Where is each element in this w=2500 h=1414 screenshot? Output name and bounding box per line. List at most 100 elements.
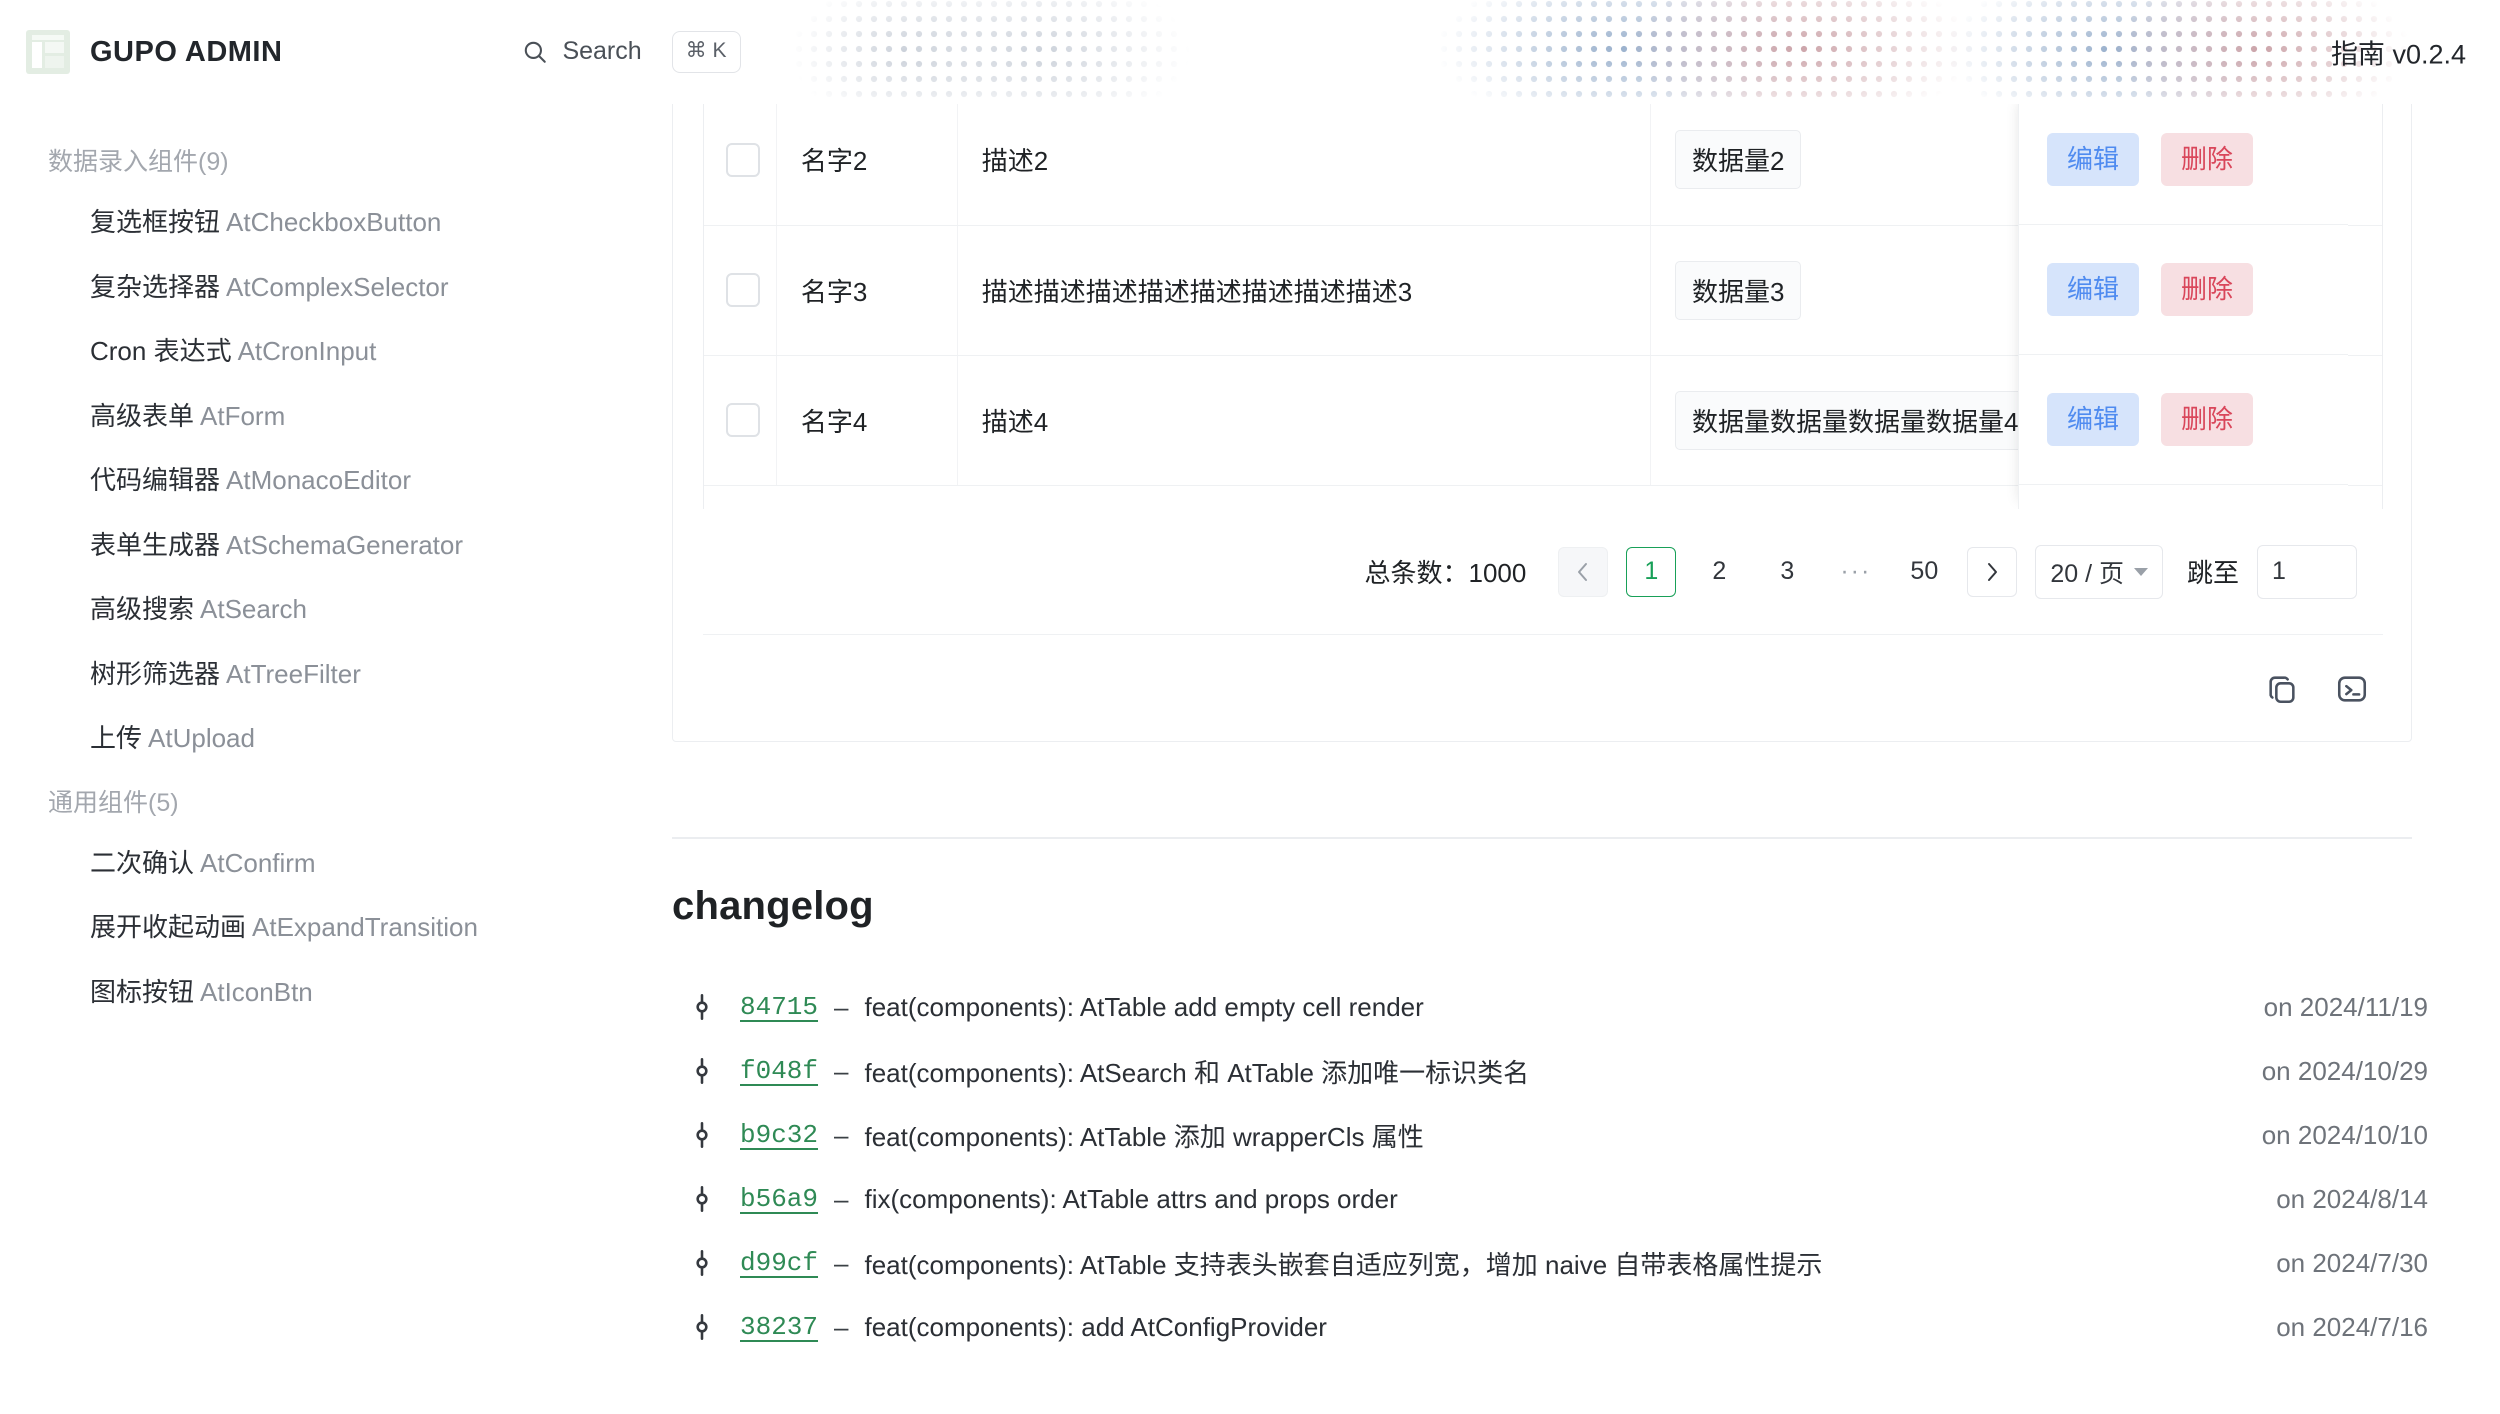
sidebar-item-label-cn: Cron 表达式 xyxy=(90,336,232,366)
sidebar-item-atschemagenerator[interactable]: 表单生成器 AtSchemaGenerator xyxy=(0,513,668,578)
sidebar-item-label-en: AtIconBtn xyxy=(200,976,313,1007)
commit-date: on 2024/7/16 xyxy=(2276,1311,2428,1342)
row-select-cell xyxy=(704,104,777,226)
commit-date: on 2024/8/14 xyxy=(2276,1183,2428,1214)
chevron-left-icon xyxy=(1578,562,1588,581)
sidebar: 数据录入组件(9) 复选框按钮 AtCheckboxButton 复杂选择器 AtC… xyxy=(0,104,668,1414)
sidebar-item-label-en: AtUpload xyxy=(148,723,255,753)
cell-description: 描述2 xyxy=(956,104,1651,226)
commit-date: on 2024/11/19 xyxy=(2263,991,2428,1022)
commit-hash-link[interactable]: 84715 xyxy=(740,992,818,1022)
commit-hash-link[interactable]: b56a9 xyxy=(740,1184,818,1214)
sidebar-group-title-data-entry: 数据录入组件(9) xyxy=(48,148,229,176)
sidebar-item-label-en: AtCronInput xyxy=(237,336,377,366)
app-header: GUPO ADMIN Search ⌘ K 指南 v0.2.4 xyxy=(0,0,2500,104)
sidebar-item-atcomplexselector[interactable]: 复杂选择器 AtComplexSelector xyxy=(0,255,668,320)
edit-button[interactable]: 编辑 xyxy=(2047,392,2140,447)
sidebar-item-label-cn: 代码编辑器 xyxy=(90,465,221,495)
sidebar-item-label-cn: 表单生成器 xyxy=(90,529,221,560)
sidebar-item-atcheckboxbutton[interactable]: 复选框按钮 AtCheckboxButton xyxy=(0,190,668,255)
changelog-title: changelog xyxy=(672,884,874,928)
entry-dash: – xyxy=(834,1055,849,1086)
header-dot-decoration xyxy=(790,0,2410,104)
sidebar-item-label-cn: 展开收起动画 xyxy=(90,912,247,942)
sidebar-item-label-en: AtCheckboxButton xyxy=(226,207,442,237)
entry-dash: – xyxy=(834,991,849,1022)
sidebar-item-label-en: AtMonacoEditor xyxy=(226,465,411,495)
copy-icon[interactable] xyxy=(2265,672,2299,706)
search-trigger[interactable]: Search ⌘ K xyxy=(522,31,741,73)
sidebar-item-atcroninput[interactable]: Cron 表达式 AtCronInput xyxy=(0,319,668,384)
sidebar-item-label-en: AtComplexSelector xyxy=(226,271,449,302)
commit-message: feat(components): add AtConfigProvider xyxy=(864,1311,1327,1342)
commit-message: feat(components): AtSearch 和 AtTable 添加唯… xyxy=(864,1057,1530,1088)
sidebar-item-atmonacoeditor[interactable]: 代码编辑器 AtMonacoEditor xyxy=(0,448,668,513)
sidebar-item-label-en: AtSearch xyxy=(200,594,307,624)
sidebar-item-label-en: AtTreeFilter xyxy=(226,658,361,689)
brand-title: GUPO ADMIN xyxy=(90,35,283,68)
row-actions: 编辑 删除 xyxy=(2019,104,2348,225)
pagination-page-50[interactable]: 50 xyxy=(1899,547,1949,597)
entry-dash: – xyxy=(834,1311,849,1342)
delete-button[interactable]: 删除 xyxy=(2161,132,2254,187)
pagination: 总条数：1000 1 2 3 ··· 50 20 / 页 跳至 xyxy=(703,509,2383,635)
git-commit-icon xyxy=(696,1122,708,1148)
data-tag: 数据量数据量数据量数据量4 xyxy=(1675,390,2036,450)
changelog-section: changelog 84715 – feat(components): AtTa… xyxy=(672,884,2432,1359)
sidebar-item-atconfirm[interactable]: 二次确认 AtConfirm xyxy=(0,831,668,896)
changelog-entry: 84715 – feat(components): AtTable add em… xyxy=(672,975,2432,1039)
sidebar-item-atform[interactable]: 高级表单 AtForm xyxy=(0,384,668,449)
commit-date: on 2024/10/10 xyxy=(2261,1119,2428,1150)
edit-button[interactable]: 编辑 xyxy=(2047,132,2140,187)
pagination-page-1[interactable]: 1 xyxy=(1626,546,1677,597)
table-scroll-container[interactable]: 名字2 描述2 数据量2 占 名字3 描述描述描述描述描述描述描述描述3 数据量… xyxy=(703,104,2383,509)
edit-button[interactable]: 编辑 xyxy=(2047,262,2140,317)
terminal-code-icon[interactable] xyxy=(2335,672,2369,706)
pagination-page-3[interactable]: 3 xyxy=(1762,547,1812,597)
pagination-ellipsis[interactable]: ··· xyxy=(1830,547,1881,597)
demo-card: 名字2 描述2 数据量2 占 名字3 描述描述描述描述描述描述描述描述3 数据量… xyxy=(672,104,2412,742)
sidebar-item-atexpandtransition[interactable]: 展开收起动画 AtExpandTransition xyxy=(0,895,668,960)
commit-hash-link[interactable]: d99cf xyxy=(740,1248,818,1278)
delete-button[interactable]: 删除 xyxy=(2161,392,2254,447)
commit-message: feat(components): AtTable add empty cell… xyxy=(864,991,1424,1022)
row-checkbox[interactable] xyxy=(726,142,760,177)
sidebar-item-attreefilter[interactable]: 树形筛选器 AtTreeFilter xyxy=(0,642,668,707)
pagination-prev-button[interactable] xyxy=(1558,546,1609,597)
pagination-jump-input[interactable] xyxy=(2257,544,2357,599)
commit-hash-link[interactable]: b9c32 xyxy=(740,1120,818,1150)
pagination-page-size-select[interactable]: 20 / 页 xyxy=(2035,544,2163,599)
sidebar-item-label-en: AtConfirm xyxy=(200,847,316,878)
section-divider xyxy=(672,837,2412,839)
sidebar-item-label-cn: 高级搜索 xyxy=(90,594,195,624)
commit-message: feat(components): AtTable 添加 wrapperCls … xyxy=(864,1121,1424,1152)
sidebar-item-label-en: AtExpandTransition xyxy=(252,912,478,942)
cell-name: 名字4 xyxy=(775,355,958,486)
sidebar-item-label-en: AtForm xyxy=(200,400,286,431)
commit-hash-link[interactable]: 38237 xyxy=(740,1312,818,1342)
commit-message: feat(components): AtTable 支持表头嵌套自适应列宽，增加… xyxy=(864,1249,1823,1280)
sidebar-item-aticonbtn[interactable]: 图标按钮 AtIconBtn xyxy=(0,960,668,1025)
version-label[interactable]: 指南 v0.2.4 xyxy=(2331,33,2466,72)
git-commit-icon xyxy=(696,1250,708,1276)
delete-button[interactable]: 删除 xyxy=(2161,262,2254,317)
commit-date: on 2024/10/29 xyxy=(2261,1055,2428,1086)
sidebar-item-label-cn: 复选框按钮 xyxy=(90,207,221,237)
row-checkbox[interactable] xyxy=(726,403,760,437)
demo-card-footer xyxy=(673,635,2411,741)
pagination-page-2[interactable]: 2 xyxy=(1694,547,1744,597)
commit-hash-link[interactable]: f048f xyxy=(740,1056,818,1086)
data-tag: 数据量3 xyxy=(1675,260,1802,320)
row-checkbox[interactable] xyxy=(726,273,760,307)
pagination-next-button[interactable] xyxy=(1967,546,2018,597)
git-commit-icon xyxy=(696,1058,708,1084)
git-commit-icon xyxy=(696,1186,708,1212)
chevron-down-icon xyxy=(2133,567,2148,576)
brand[interactable]: GUPO ADMIN xyxy=(0,30,282,74)
git-commit-icon xyxy=(696,1314,708,1340)
sidebar-item-atsearch[interactable]: 高级搜索 AtSearch xyxy=(0,577,668,642)
table-fixed-action-column: 编辑 删除 编辑 删除 编辑 删除 xyxy=(2018,104,2348,509)
search-label: Search xyxy=(562,37,642,66)
data-tag: 数据量2 xyxy=(1675,130,1802,190)
sidebar-item-atupload[interactable]: 上传 AtUpload xyxy=(0,706,668,771)
